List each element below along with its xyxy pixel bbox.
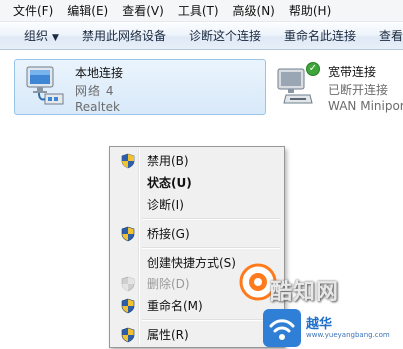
menu-item-label: 状态(U): [147, 176, 192, 190]
connection-name: 本地连接: [75, 66, 124, 80]
menu-item-create-shortcut[interactable]: 创建快捷方式(S): [112, 252, 282, 274]
menu-tools[interactable]: 工具(T): [171, 0, 226, 22]
menu-item-label: 桥接(G): [147, 227, 190, 241]
connection-status: 已断开连接: [328, 83, 389, 97]
connection-item-broadband[interactable]: ✓ 宽带连接 已断开连接 WAN Minipor: [276, 59, 403, 115]
context-menu: 禁用(B) 状态(U) 诊断(I) 桥接(G) 创建快捷方式(S) 删除(D) …: [109, 146, 285, 348]
menu-item-label: 诊断(I): [147, 198, 184, 212]
menu-bar: 文件(F) 编辑(E) 查看(V) 工具(T) 高级(N) 帮助(H): [0, 0, 403, 22]
menu-item-rename[interactable]: 重命名(M): [112, 295, 282, 317]
menu-edit[interactable]: 编辑(E): [60, 0, 115, 22]
menu-file[interactable]: 文件(F): [6, 0, 60, 22]
menu-item-label: 属性(R): [147, 328, 189, 342]
rename-connection-button[interactable]: 重命名此连接: [272, 23, 367, 50]
menu-item-label: 创建快捷方式(S): [147, 256, 236, 270]
menu-item-disable[interactable]: 禁用(B): [112, 150, 282, 172]
connections-pane: 本地连接 网络 4 Realtek ✓ 宽带连接 已断开连接 WAN Minip…: [0, 51, 403, 349]
menu-item-bridge[interactable]: 桥接(G): [112, 223, 282, 245]
menu-separator: [142, 247, 280, 249]
menu-item-diagnose[interactable]: 诊断(I): [112, 194, 282, 216]
menu-view[interactable]: 查看(V): [115, 0, 171, 22]
menu-separator: [142, 218, 280, 220]
view-button[interactable]: 查看: [367, 23, 403, 50]
menu-item-label: 禁用(B): [147, 154, 189, 168]
organize-button[interactable]: 组织 ▼: [10, 23, 70, 50]
checkmark-icon: ✓: [306, 62, 320, 76]
command-bar: 组织 ▼ 禁用此网络设备 诊断这个连接 重命名此连接 查看: [0, 23, 403, 50]
menu-help[interactable]: 帮助(H): [282, 0, 338, 22]
menu-item-properties[interactable]: 属性(R): [112, 324, 282, 346]
connection-device: WAN Minipor: [328, 99, 403, 113]
menu-item-label: 重命名(M): [147, 299, 203, 313]
diagnose-connection-button[interactable]: 诊断这个连接: [177, 23, 272, 50]
chevron-down-icon: ▼: [52, 32, 59, 43]
menu-item-delete: 删除(D): [112, 273, 282, 295]
network-adapter-icon: [26, 66, 64, 105]
menu-separator: [142, 319, 280, 321]
uac-shield-icon: [121, 327, 135, 343]
connection-device: Realtek: [75, 100, 120, 114]
uac-shield-icon: [121, 226, 135, 242]
menu-item-label: 删除(D): [147, 277, 190, 291]
menu-advanced[interactable]: 高级(N): [226, 0, 282, 22]
disable-device-button[interactable]: 禁用此网络设备: [70, 23, 177, 50]
uac-shield-icon: [121, 276, 135, 292]
connection-status: 网络 4: [75, 84, 115, 98]
uac-shield-icon: [121, 153, 135, 169]
organize-label: 组织: [24, 28, 49, 43]
menu-item-status[interactable]: 状态(U): [112, 172, 282, 194]
uac-shield-icon: [121, 298, 135, 314]
connection-item-local[interactable]: 本地连接 网络 4 Realtek: [14, 59, 266, 115]
connection-name: 宽带连接: [328, 65, 377, 79]
